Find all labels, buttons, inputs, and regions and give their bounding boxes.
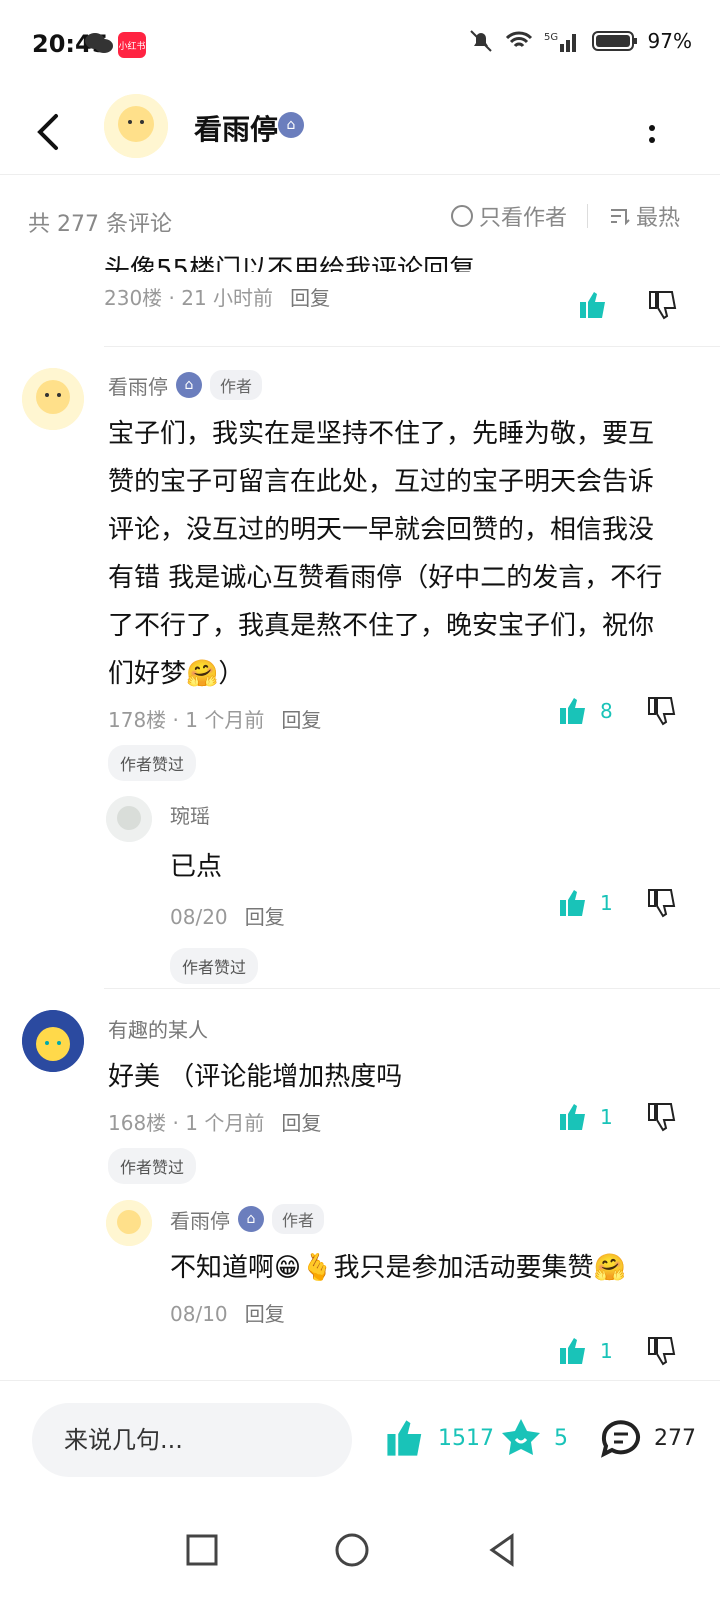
comment-header: 看雨停 ⌂ 作者	[108, 370, 678, 400]
comment-count: 共 277 条评论	[28, 212, 172, 237]
mute-bell-icon	[469, 30, 492, 52]
author-liked-badge: 作者赞过	[170, 948, 259, 984]
comment-icon	[601, 1420, 640, 1458]
sort-options: 只看作者 最热	[450, 200, 680, 232]
reply-button[interactable]: 回复	[245, 1302, 285, 1326]
commenter-avatar[interactable]	[22, 1010, 84, 1072]
page-title: 看雨停	[194, 113, 279, 146]
dislike-icon[interactable]	[645, 694, 679, 728]
author-liked-badge: 作者赞过	[108, 745, 197, 781]
more-options-icon[interactable]	[640, 112, 664, 156]
only-author-label: 只看作者	[478, 206, 567, 231]
row-divider	[104, 988, 720, 989]
like-group	[576, 288, 680, 322]
home-icon[interactable]	[332, 1530, 372, 1570]
reply-button[interactable]: 回复	[290, 286, 330, 310]
reply-item: 看雨停 ⌂ 作者 不知道啊😁🫰我只是参加活动要集赞🤗 08/10 回复	[170, 1204, 670, 1327]
like-icon[interactable]	[556, 1100, 590, 1134]
dislike-icon[interactable]	[645, 1334, 679, 1368]
reply-button[interactable]: 回复	[281, 1111, 321, 1135]
author-liked-row: 作者赞过	[108, 1148, 678, 1184]
like-count: 1	[600, 1339, 613, 1363]
header: 看雨停 ⌂	[0, 90, 720, 175]
comments-count: 277	[654, 1425, 696, 1451]
like-group: 8	[556, 694, 679, 728]
comment-text: 头像55楼门以不用给我评论回复	[104, 255, 476, 272]
reply-text: 不知道啊😁🫰我只是参加活动要集赞🤗	[170, 1253, 626, 1283]
comment-meta: 168楼 · 1 个月前	[108, 1111, 265, 1135]
replier-name[interactable]: 看雨停	[170, 1205, 230, 1234]
sort-hot-label: 最热	[635, 206, 680, 231]
signal-5g-icon: 5G	[544, 32, 576, 52]
battery-icon	[591, 31, 637, 51]
recent-apps-icon[interactable]	[182, 1530, 222, 1570]
like-count: 1	[600, 1105, 613, 1129]
total-likes-count: 1517	[438, 1425, 494, 1451]
like-count: 8	[600, 699, 613, 723]
game-badge-icon: ⌂	[278, 112, 304, 138]
like-group: 1	[556, 1100, 679, 1134]
row-divider	[104, 346, 720, 347]
like-icon	[387, 1420, 422, 1456]
dislike-icon[interactable]	[645, 886, 679, 920]
author-liked-badge: 作者赞过	[108, 1148, 197, 1184]
dislike-icon[interactable]	[645, 1100, 679, 1134]
comment-text: 宝子们，我实在是坚持不住了，先睡为敬，要互赞的宝子可留言在此处，互过的宝子明天会…	[108, 419, 663, 689]
wechat-icon	[85, 33, 113, 53]
like-group: 1	[556, 886, 679, 920]
reply-text: 已点	[170, 852, 223, 882]
back-nav-icon[interactable]	[482, 1530, 522, 1570]
game-badge-icon: ⌂	[176, 372, 202, 398]
reply-button[interactable]: 回复	[245, 905, 285, 929]
commenter-name[interactable]: 看雨停	[108, 371, 168, 400]
system-nav-bar	[0, 1500, 720, 1608]
reply-button[interactable]: 回复	[281, 708, 321, 732]
replier-name[interactable]: 琬瑶	[170, 800, 670, 829]
author-tag: 作者	[210, 370, 263, 400]
like-count: 1	[600, 891, 613, 915]
comment-text: 好美 （评论能增加热度吗	[108, 1062, 403, 1092]
commenter-avatar[interactable]	[22, 368, 84, 430]
reply-header: 看雨停 ⌂ 作者	[170, 1204, 670, 1234]
author-liked-row: 作者赞过	[108, 745, 678, 781]
back-icon[interactable]	[32, 110, 64, 154]
comment-item: 有趣的某人 好美 （评论能增加热度吗 168楼 · 1 个月前 回复 作者赞过	[108, 1014, 678, 1184]
like-group: 1	[556, 1334, 679, 1368]
comment-meta: 230楼 · 21 小时前	[104, 286, 274, 310]
like-icon[interactable]	[556, 694, 590, 728]
game-badge-icon: ⌂	[238, 1206, 264, 1232]
replier-avatar[interactable]	[106, 796, 152, 842]
sort-icon	[610, 209, 630, 226]
svg-text:5G: 5G	[544, 32, 558, 43]
reply-meta-row: 08/10 回复	[170, 1298, 670, 1327]
like-icon[interactable]	[556, 886, 590, 920]
status-bar: 20:45 小红书 5G 97%	[0, 0, 720, 90]
star-icon	[502, 1419, 540, 1455]
like-icon[interactable]	[556, 1334, 590, 1368]
status-right: 5G 97%	[468, 28, 692, 54]
author-avatar[interactable]	[104, 94, 168, 158]
reply-meta: 08/20	[170, 905, 228, 929]
author-liked-row: 作者赞过	[170, 948, 670, 984]
replier-avatar[interactable]	[106, 1200, 152, 1246]
sort-hot-button[interactable]: 最热	[608, 200, 680, 232]
bottom-bar: 来说几句... 1517 5 277	[0, 1380, 720, 1501]
commenter-name[interactable]: 有趣的某人	[108, 1014, 678, 1043]
radio-icon	[450, 205, 473, 227]
comment-meta: 178楼 · 1 个月前	[108, 708, 265, 732]
dislike-icon[interactable]	[646, 288, 680, 322]
divider	[586, 204, 588, 228]
only-author-toggle[interactable]: 只看作者	[450, 200, 567, 232]
reply-meta: 08/10	[170, 1302, 228, 1326]
comments-button[interactable]: 277	[598, 1415, 696, 1461]
battery-percent: 97%	[647, 29, 692, 53]
like-icon[interactable]	[576, 288, 610, 322]
favorites-count: 5	[554, 1425, 568, 1451]
comment-input[interactable]: 来说几句...	[32, 1403, 352, 1477]
favorites[interactable]: 5	[498, 1415, 568, 1461]
wifi-icon	[505, 31, 532, 48]
total-likes[interactable]: 1517	[382, 1415, 494, 1461]
xiaohongshu-icon: 小红书	[118, 32, 146, 58]
author-tag: 作者	[272, 1204, 325, 1234]
